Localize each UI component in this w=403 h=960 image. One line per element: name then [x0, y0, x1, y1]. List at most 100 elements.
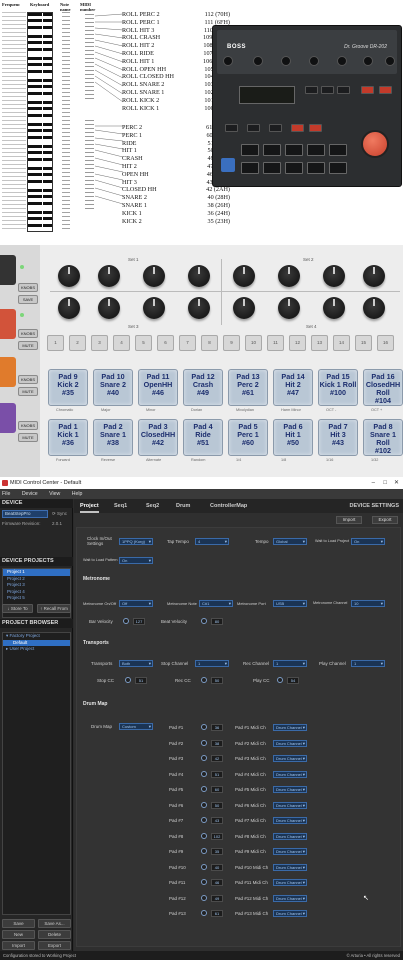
- metronome-channel-select[interactable]: 10: [351, 600, 385, 607]
- save-as-button[interactable]: Save As...: [38, 919, 71, 928]
- pad-note-value[interactable]: 38: [211, 739, 223, 747]
- pad-midi-ch-select[interactable]: Drum Channel: [273, 910, 307, 917]
- pad-note-value[interactable]: 40: [211, 863, 223, 871]
- pad-midi-ch-select[interactable]: Drum Channel: [273, 848, 307, 855]
- bar-velocity-knob[interactable]: [123, 618, 129, 624]
- pad-midi-ch-select[interactable]: Drum Channel: [273, 801, 307, 809]
- delete-button[interactable]: Delete: [38, 930, 71, 939]
- pad-note-value[interactable]: 60: [211, 786, 223, 793]
- pad-note-value[interactable]: 50: [211, 801, 223, 809]
- pad-midi-ch-select[interactable]: Drum Channel: [273, 724, 307, 731]
- export-settings-button[interactable]: Export: [372, 516, 398, 524]
- tab-drum[interactable]: Drum: [176, 499, 190, 513]
- rec-cc-value[interactable]: 50: [211, 677, 223, 684]
- pad-midi-ch-select[interactable]: Drum Channel: [273, 863, 307, 871]
- pad-note-knob[interactable]: [201, 848, 207, 854]
- minimize-icon[interactable]: –: [372, 477, 375, 489]
- menu-file[interactable]: File: [2, 491, 10, 497]
- wait-load-pattern-select[interactable]: On: [119, 557, 153, 564]
- tempo-select[interactable]: Global: [273, 538, 307, 545]
- import-button[interactable]: Import: [2, 941, 35, 950]
- pad-midi-ch-select[interactable]: Drum Channel: [273, 817, 307, 824]
- sync-button[interactable]: ⟳ Sync: [52, 511, 67, 517]
- rec-cc-knob[interactable]: [201, 677, 207, 683]
- play-channel-select[interactable]: 1: [351, 660, 385, 667]
- pad-note-value[interactable]: 43: [211, 817, 223, 824]
- pad-note-knob[interactable]: [201, 801, 207, 808]
- bar-velocity-value[interactable]: 127: [133, 618, 145, 625]
- pad-note-knob[interactable]: [201, 755, 207, 761]
- pad-note-knob[interactable]: [201, 832, 207, 839]
- play-cc-knob[interactable]: [277, 677, 283, 683]
- pad-midi-ch-select[interactable]: Drum Channel: [273, 739, 307, 747]
- metronome-port-select[interactable]: USB: [273, 600, 307, 607]
- save-button[interactable]: Save: [2, 919, 35, 928]
- import-settings-button[interactable]: Import: [336, 516, 362, 524]
- midi-number: 42 (2AH): [206, 186, 230, 194]
- pad-function-label: Reverse: [101, 458, 116, 462]
- tab-project[interactable]: Project: [80, 499, 99, 513]
- beat-velocity-knob[interactable]: [201, 618, 207, 624]
- menu-help[interactable]: Help: [72, 491, 83, 497]
- maximize-icon[interactable]: □: [383, 477, 387, 489]
- clock-settings-select[interactable]: 1PPQ (Korg): [119, 538, 153, 545]
- stop-cc-knob[interactable]: [125, 677, 131, 683]
- pad-function-label: 1/8: [281, 458, 287, 462]
- pad-note-knob[interactable]: [201, 786, 207, 792]
- tree-folder-user[interactable]: ▸ User Project: [3, 646, 70, 653]
- pad-midi-ch-select[interactable]: Drum Channel: [273, 879, 307, 886]
- pad-midi-ch-select[interactable]: Drum Channel: [273, 755, 307, 762]
- pad-note-value[interactable]: 102: [211, 832, 223, 840]
- pad-note-knob[interactable]: [201, 817, 207, 823]
- play-cc-value[interactable]: 54: [287, 677, 299, 684]
- close-icon[interactable]: ✕: [394, 477, 399, 489]
- tab-seq1[interactable]: Seq1: [114, 499, 127, 513]
- rec-channel-select[interactable]: 1: [273, 660, 307, 667]
- pad-function-label: 1/16: [326, 458, 334, 462]
- tab-controllermap[interactable]: ControllerMap: [210, 499, 247, 513]
- beat-velocity-value[interactable]: 80: [211, 618, 223, 625]
- new-button[interactable]: New: [2, 930, 35, 939]
- pad-note-value[interactable]: 46: [211, 879, 223, 886]
- pad-note-knob[interactable]: [201, 879, 207, 885]
- pad-midi-ch-select[interactable]: Drum Channel: [273, 770, 307, 778]
- recall-from-button[interactable]: ↑ Recall From: [37, 604, 71, 613]
- tap-tempo-select[interactable]: 4: [195, 538, 229, 545]
- metronome-note-select[interactable]: C#1: [199, 600, 233, 607]
- pad-note-value[interactable]: 36: [211, 724, 223, 731]
- drum-map-select[interactable]: Custom: [119, 723, 153, 730]
- encoder-knob: [188, 265, 210, 287]
- pad-midi-ch-select[interactable]: Drum Channel: [273, 894, 307, 902]
- wait-load-project-select[interactable]: On: [351, 538, 385, 545]
- drum-name: ROLL HIT 1: [122, 57, 155, 65]
- step-button: 7: [179, 335, 196, 351]
- drum-name: KICK 2: [122, 217, 142, 225]
- pad-note-value[interactable]: 51: [211, 770, 223, 778]
- pad-note-value[interactable]: 42: [211, 755, 223, 762]
- pad-midi-ch-select[interactable]: Drum Channel: [273, 786, 307, 793]
- pad-midi-ch-select[interactable]: Drum Channel: [273, 832, 307, 840]
- pad-note-knob[interactable]: [201, 894, 207, 901]
- pad-note-value[interactable]: 49: [211, 894, 223, 902]
- transports-select[interactable]: Both: [119, 660, 153, 667]
- project-item[interactable]: Project 5: [3, 595, 70, 602]
- metronome-on-select[interactable]: Off: [119, 600, 153, 607]
- pad-note-knob[interactable]: [201, 739, 207, 746]
- drum-pad: Pad 16 ClosedHH Roll #104: [363, 369, 403, 406]
- menu-device[interactable]: Device: [22, 491, 38, 497]
- pad-note-knob[interactable]: [201, 863, 207, 870]
- export-button[interactable]: Export: [38, 941, 71, 950]
- stop-channel-select[interactable]: 1: [195, 660, 229, 667]
- stop-cc-value[interactable]: 51: [135, 677, 147, 684]
- menu-view[interactable]: View: [49, 491, 60, 497]
- pad-note-knob[interactable]: [201, 724, 207, 730]
- store-to-button[interactable]: ↓ Store To: [2, 604, 33, 613]
- device-select[interactable]: BeatStepPro: [2, 510, 48, 518]
- tab-seq2[interactable]: Seq2: [146, 499, 159, 513]
- pad-note-knob[interactable]: [201, 770, 207, 777]
- pad-note-value[interactable]: 35: [211, 848, 223, 855]
- pad-note-knob[interactable]: [201, 910, 207, 916]
- pad-note-value[interactable]: 61: [211, 910, 223, 917]
- step-button: 9: [223, 335, 240, 351]
- beatstep-side-controls: KNOBS SAVE KNOBS MUTE KNOBS MUTE KNOBS M…: [0, 245, 40, 477]
